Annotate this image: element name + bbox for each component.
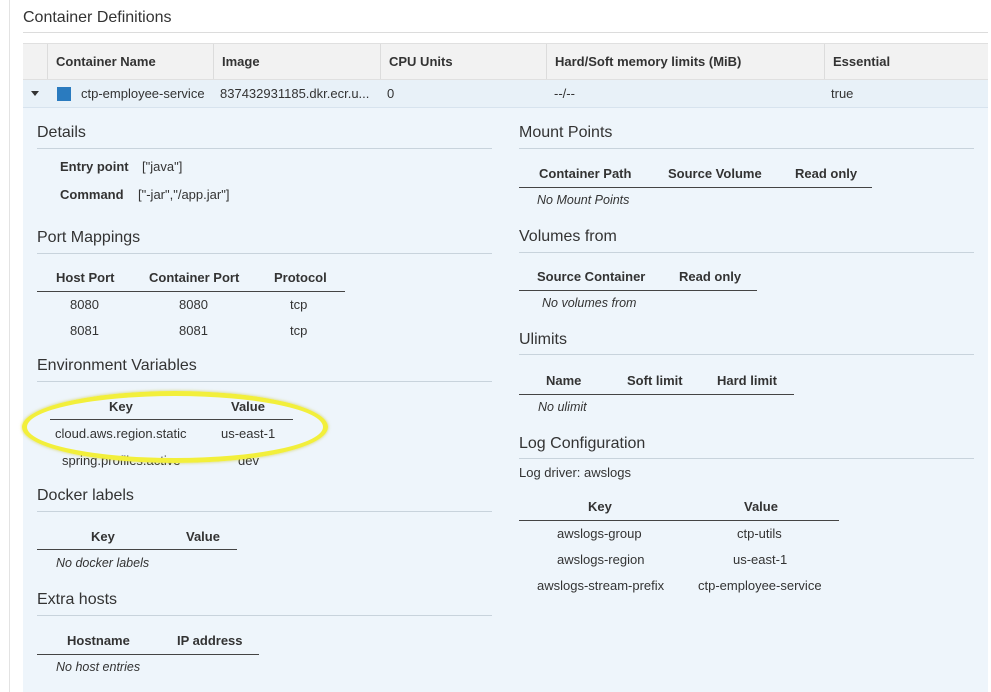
empty-message: No docker labels xyxy=(56,556,150,570)
log-col-key: Key xyxy=(588,499,612,514)
table-cell: ctp-utils xyxy=(737,526,782,541)
memory-cell: --/-- xyxy=(554,86,575,101)
table-header-rule xyxy=(519,187,872,188)
empty-message: No ulimit xyxy=(538,400,587,414)
cpu-cell: 0 xyxy=(387,86,395,101)
mount-col-source: Source Volume xyxy=(668,166,762,181)
col-cpu-units[interactable]: CPU Units xyxy=(380,44,546,79)
table-header-rule xyxy=(37,654,259,655)
table-header-rule xyxy=(519,394,794,395)
table-cell: awslogs-group xyxy=(557,526,642,541)
port-col-protocol: Protocol xyxy=(274,270,327,285)
col-container-name[interactable]: Container Name xyxy=(47,44,213,79)
hosts-col-ip: IP address xyxy=(177,633,243,648)
title-divider xyxy=(23,32,988,33)
volumes-from-heading: Volumes from xyxy=(519,228,617,245)
mount-points-heading: Mount Points xyxy=(519,124,613,141)
col-memory-limits[interactable]: Hard/Soft memory limits (MiB) xyxy=(546,44,824,79)
left-border xyxy=(9,0,10,692)
col-image[interactable]: Image xyxy=(213,44,380,79)
divider xyxy=(37,253,492,254)
table-cell: tcp xyxy=(290,297,308,312)
entry-point-value: ["java"] xyxy=(142,159,183,174)
extra-hosts-heading: Extra hosts xyxy=(37,591,118,608)
section-title: Container Definitions xyxy=(23,9,172,26)
table-cell: us-east-1 xyxy=(221,426,276,441)
table-row[interactable]: ctp-employee-service 837432931185.dkr.ec… xyxy=(23,80,988,108)
table-cell: 8080 xyxy=(70,297,99,312)
log-driver-text: Log driver: awslogs xyxy=(519,465,631,480)
labels-col-key: Key xyxy=(91,529,115,544)
mount-col-readonly: Read only xyxy=(795,166,858,181)
table-header-rule xyxy=(519,290,757,291)
table-cell: awslogs-region xyxy=(557,552,645,567)
image-cell: 837432931185.dkr.ecr.u... xyxy=(220,86,370,101)
port-col-container: Container Port xyxy=(149,270,240,285)
empty-message: No host entries xyxy=(56,660,141,674)
labels-col-value: Value xyxy=(186,529,220,544)
details-heading: Details xyxy=(37,124,86,141)
container-color-icon xyxy=(57,87,71,101)
table-cell: 8081 xyxy=(179,323,208,338)
table-cell: us-east-1 xyxy=(733,552,788,567)
divider xyxy=(519,458,974,459)
table-header: Container Name Image CPU Units Hard/Soft… xyxy=(23,43,988,80)
port-col-host: Host Port xyxy=(56,270,115,285)
empty-message: No volumes from xyxy=(542,296,637,310)
log-col-value: Value xyxy=(744,499,778,514)
table-cell: cloud.aws.region.static xyxy=(55,426,187,441)
volumes-col-readonly: Read only xyxy=(679,269,742,284)
divider xyxy=(519,148,974,149)
ulimit-col-hard: Hard limit xyxy=(717,373,777,388)
divider xyxy=(37,148,492,149)
env-col-key: Key xyxy=(109,399,133,414)
table-header-rule xyxy=(50,419,293,420)
divider xyxy=(37,615,492,616)
table-cell: dev xyxy=(238,453,259,468)
empty-message: No Mount Points xyxy=(537,193,630,207)
col-essential[interactable]: Essential xyxy=(824,44,988,79)
table-cell: awslogs-stream-prefix xyxy=(537,578,665,593)
log-config-heading: Log Configuration xyxy=(519,435,646,452)
mount-col-path: Container Path xyxy=(539,166,632,181)
divider xyxy=(37,381,492,382)
docker-labels-heading: Docker labels xyxy=(37,487,134,504)
ulimit-col-name: Name xyxy=(546,373,582,388)
hosts-col-hostname: Hostname xyxy=(67,633,130,648)
entry-point-label: Entry point xyxy=(60,159,129,174)
table-header-rule xyxy=(519,520,839,521)
table-header-rule xyxy=(37,549,237,550)
container-name-cell: ctp-employee-service xyxy=(81,86,205,101)
expand-caret-icon[interactable] xyxy=(31,91,39,96)
port-mappings-heading: Port Mappings xyxy=(37,229,141,246)
divider xyxy=(519,354,974,355)
table-header-rule xyxy=(37,291,345,292)
essential-cell: true xyxy=(831,86,854,101)
command-value: ["-jar","/app.jar"] xyxy=(138,187,230,202)
volumes-col-source: Source Container xyxy=(537,269,646,284)
command-label: Command xyxy=(60,187,124,202)
table-cell: spring.profiles.active xyxy=(62,453,181,468)
ulimit-col-soft: Soft limit xyxy=(627,373,683,388)
table-cell: ctp-employee-service xyxy=(698,578,822,593)
table-cell: tcp xyxy=(290,323,308,338)
environment-heading: Environment Variables xyxy=(37,357,197,374)
divider xyxy=(37,511,492,512)
divider xyxy=(519,252,974,253)
table-cell: 8081 xyxy=(70,323,99,338)
table-cell: 8080 xyxy=(179,297,208,312)
ulimits-heading: Ulimits xyxy=(519,331,567,348)
env-col-value: Value xyxy=(231,399,265,414)
